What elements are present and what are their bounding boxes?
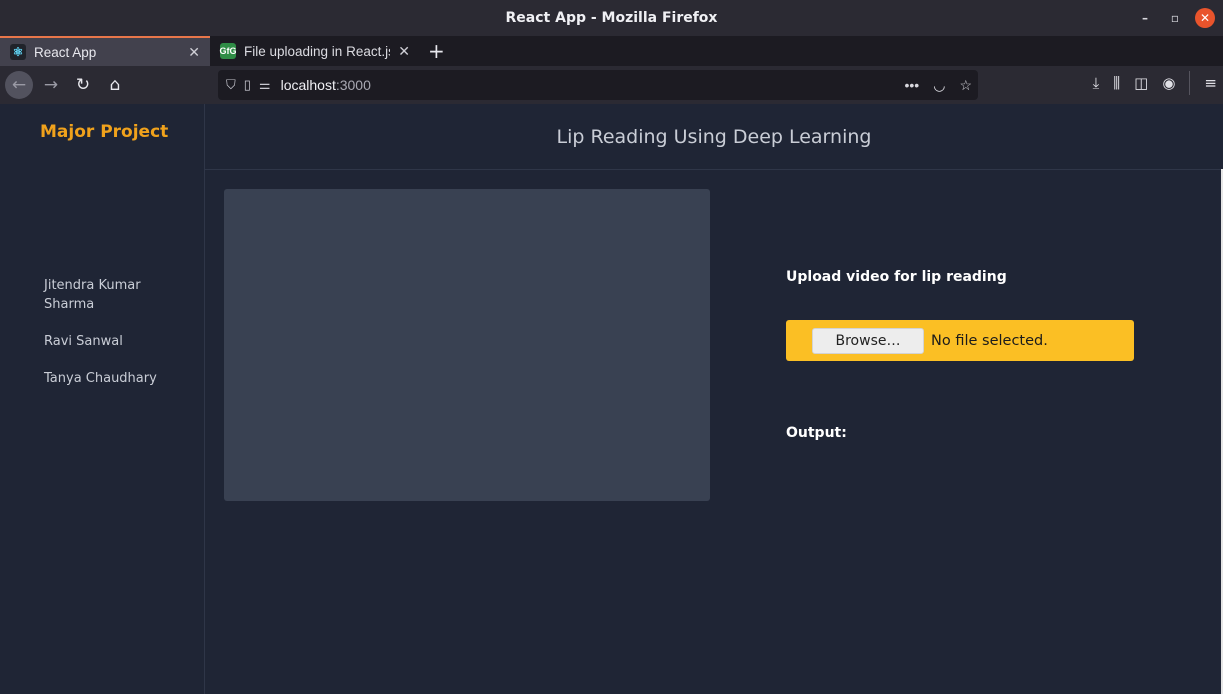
- library-icon[interactable]: ⫼: [1113, 74, 1120, 92]
- url-bar[interactable]: ⛉ ▯ ⚌ localhost:3000 ••• ◡ ☆: [218, 70, 978, 100]
- home-icon: ⌂: [109, 75, 121, 95]
- arrow-right-icon: →: [43, 75, 59, 95]
- url-text[interactable]: localhost:3000: [281, 77, 371, 93]
- tab-label: File uploading in React.js: [244, 43, 391, 59]
- account-icon[interactable]: ◉: [1162, 74, 1175, 92]
- arrow-left-icon: ←: [11, 75, 27, 95]
- window-titlebar: React App - Mozilla Firefox – ▫ ✕: [0, 0, 1223, 36]
- upload-label: Upload video for lip reading: [786, 269, 1007, 285]
- bookmark-star-icon[interactable]: ☆: [959, 77, 972, 94]
- new-tab-button[interactable]: +: [420, 36, 453, 66]
- toolbar-right: ⤓ ⫼ ◫ ◉ ≡: [1093, 71, 1217, 95]
- video-preview-area: [224, 189, 710, 501]
- shield-icon[interactable]: ⛉: [226, 77, 236, 93]
- sidebar: Major Project Jitendra Kumar Sharma Ravi…: [0, 104, 205, 694]
- tab-strip: ⚛ React App ✕ GfG File uploading in Reac…: [0, 36, 1223, 66]
- plus-icon: +: [428, 39, 445, 63]
- home-button[interactable]: ⌂: [101, 71, 129, 99]
- url-host: localhost: [280, 77, 336, 93]
- navigation-toolbar: ← → ↻ ⌂ ⛉ ▯ ⚌ localhost:3000 ••• ◡ ☆ ⤓ ⫼…: [0, 66, 1223, 104]
- brand-title: Major Project: [40, 122, 169, 142]
- permissions-icon[interactable]: ⚌: [259, 77, 271, 93]
- page-title: Lip Reading Using Deep Learning: [556, 125, 872, 148]
- url-port: :3000: [335, 77, 371, 93]
- page-content: Major Project Jitendra Kumar Sharma Ravi…: [0, 104, 1223, 694]
- window-title: React App - Mozilla Firefox: [505, 10, 718, 26]
- minimize-button[interactable]: –: [1135, 8, 1155, 28]
- tab-file-uploading[interactable]: GfG File uploading in React.js ✕: [210, 36, 420, 66]
- gfg-icon: GfG: [220, 43, 237, 59]
- pocket-icon[interactable]: ◡: [933, 77, 945, 94]
- window-controls: – ▫ ✕: [1135, 8, 1215, 28]
- output-label: Output:: [786, 425, 847, 441]
- tab-close-icon[interactable]: ✕: [188, 44, 200, 61]
- file-status-text: No file selected.: [931, 332, 1048, 349]
- back-button[interactable]: ←: [5, 71, 33, 99]
- member-item: Jitendra Kumar Sharma: [44, 278, 141, 312]
- more-actions-icon[interactable]: •••: [905, 77, 920, 94]
- close-window-button[interactable]: ✕: [1195, 8, 1215, 28]
- react-icon: ⚛: [10, 44, 26, 60]
- page-header: Lip Reading Using Deep Learning: [205, 104, 1223, 170]
- reload-button[interactable]: ↻: [69, 71, 97, 99]
- tab-close-icon[interactable]: ✕: [398, 43, 410, 60]
- member-item: Ravi Sanwal: [44, 334, 123, 349]
- hamburger-menu-icon[interactable]: ≡: [1204, 74, 1217, 92]
- reload-icon: ↻: [75, 75, 91, 95]
- browse-button[interactable]: Browse…: [812, 327, 924, 354]
- tab-label: React App: [34, 44, 97, 60]
- member-item: Tanya Chaudhary: [44, 371, 157, 386]
- page-icon: ▯: [243, 77, 251, 92]
- url-actions: ••• ◡ ☆: [905, 77, 973, 94]
- sidebar-toggle-icon[interactable]: ◫: [1134, 74, 1148, 92]
- restore-button[interactable]: ▫: [1165, 8, 1185, 28]
- video-file-input[interactable]: Browse… No file selected.: [786, 320, 1134, 361]
- tab-react-app[interactable]: ⚛ React App ✕: [0, 36, 210, 66]
- download-icon[interactable]: ⤓: [1093, 74, 1100, 92]
- member-list: Jitendra Kumar Sharma Ravi Sanwal Tanya …: [44, 276, 174, 406]
- toolbar-separator: [1189, 71, 1191, 95]
- forward-button[interactable]: →: [37, 71, 65, 99]
